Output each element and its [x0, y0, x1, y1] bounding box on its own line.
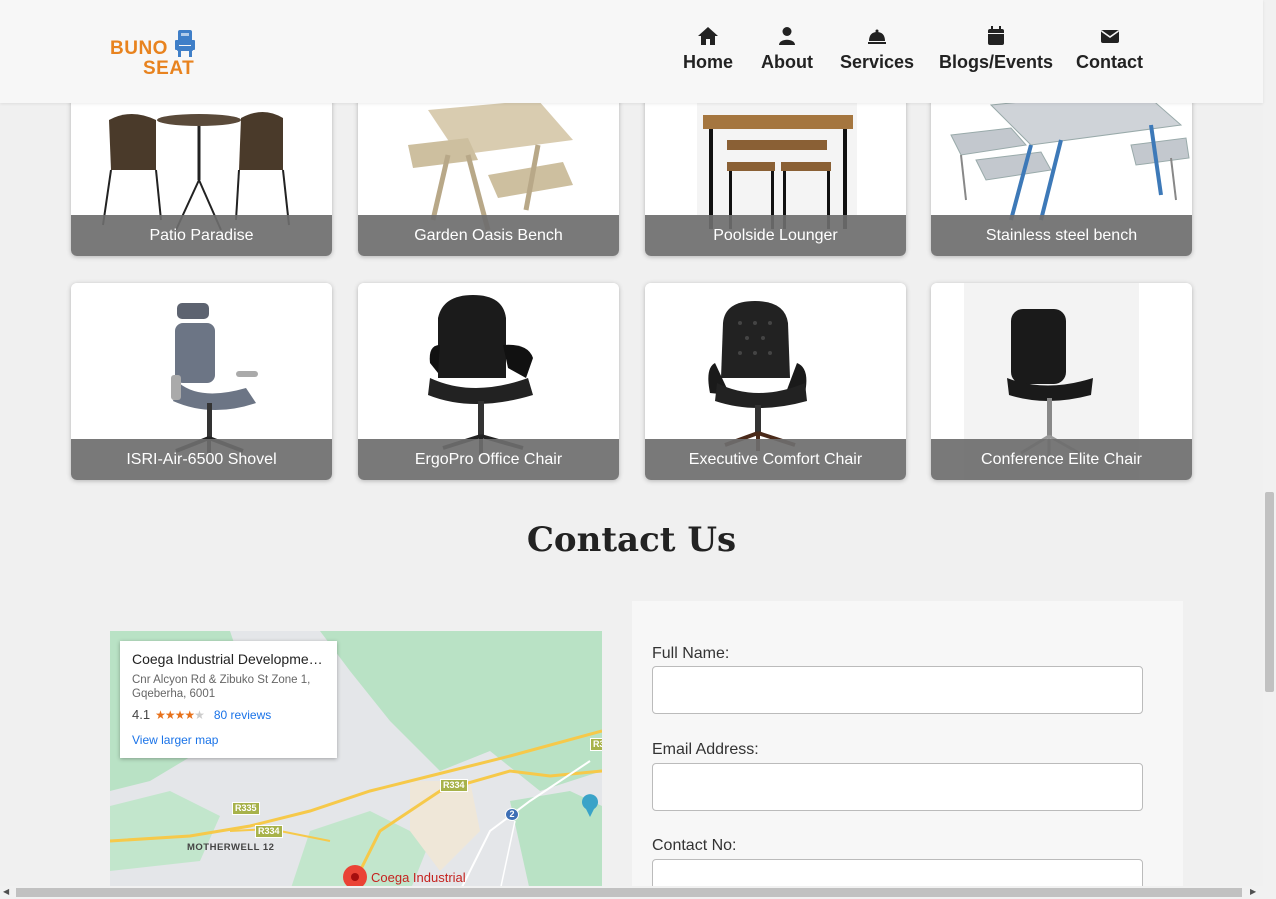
map-address: Cnr Alcyon Rd & Zibuko St Zone 1, Gqeber… [132, 673, 325, 701]
nav-about[interactable]: About [761, 26, 813, 73]
contact-no-label: Contact No: [652, 837, 737, 854]
vertical-scrollbar-thumb[interactable] [1265, 492, 1274, 692]
map-info-card: Coega Industrial Development... Cnr Alcy… [120, 641, 337, 758]
map-place-name: Coega Industrial Development... [132, 651, 325, 667]
map-rating-row: 4.1 ★★★★★ 80 reviews [132, 707, 325, 722]
horizontal-scrollbar-thumb[interactable] [16, 888, 1242, 897]
product-name: Patio Paradise [71, 215, 332, 256]
map-rating-value: 4.1 [132, 707, 151, 722]
nav-about-label: About [761, 52, 813, 72]
product-name: Poolside Lounger [645, 215, 906, 256]
nav-blogs-events-label: Blogs/Events [939, 52, 1054, 72]
product-card-ergopro-office-chair[interactable]: ErgoPro Office Chair [358, 283, 619, 480]
road-r334-label-a: R334 [255, 825, 283, 838]
map-address-line2: Gqeberha, 6001 [132, 688, 216, 700]
product-name: Garden Oasis Bench [358, 215, 619, 256]
road-r3-label: R3 [590, 738, 602, 751]
product-card-conference-elite-chair[interactable]: Conference Elite Chair [931, 283, 1192, 480]
nav-services[interactable]: Services [840, 26, 914, 73]
email-label: Email Address: [652, 741, 759, 758]
product-card-executive-comfort-chair[interactable]: Executive Comfort Chair [645, 283, 906, 480]
user-icon [778, 27, 795, 45]
home-icon [698, 27, 718, 45]
map-address-line1: Cnr Alcyon Rd & Zibuko St Zone 1, [132, 674, 311, 686]
motherwell-label: MOTHERWELL 12 [187, 842, 275, 853]
product-name: Executive Comfort Chair [645, 439, 906, 480]
view-larger-map-link[interactable]: View larger map [132, 733, 325, 747]
product-name: ErgoPro Office Chair [358, 439, 619, 480]
brand-line1: BUNO [110, 38, 168, 59]
product-card-isri-air-6500[interactable]: ISRI-Air-6500 Shovel [71, 283, 332, 480]
site-header: BUNO SEAT Home About Services Blogs/Even… [0, 0, 1263, 103]
nav-blogs-events[interactable]: Blogs/Events [939, 26, 1053, 73]
nav-services-label: Services [840, 52, 915, 72]
product-name: Stainless steel bench [931, 215, 1192, 256]
nav-home[interactable]: Home [683, 26, 733, 73]
brand-line2: SEAT [143, 58, 195, 79]
google-map-embed[interactable]: R335 R334 R334 R3 2 MOTHERWELL 12 Coega … [110, 631, 602, 891]
scroll-left-arrow-icon[interactable]: ◀ [3, 887, 9, 896]
map-pin-label: Coega Industrial [371, 870, 466, 885]
scroll-right-arrow-icon[interactable]: ▶ [1250, 887, 1256, 896]
star-rating-icon: ★★★★★ [155, 707, 205, 722]
contact-section-title: Contact Us [526, 520, 737, 560]
vertical-scrollbar[interactable] [1263, 0, 1276, 886]
full-name-input[interactable] [652, 666, 1143, 714]
nav-contact-label: Contact [1076, 52, 1143, 72]
road-r335-label: R335 [232, 802, 260, 815]
brand-logo[interactable]: BUNO SEAT [108, 28, 203, 79]
product-name: Conference Elite Chair [931, 439, 1192, 480]
product-name: ISRI-Air-6500 Shovel [71, 439, 332, 480]
horizontal-scrollbar[interactable]: ◀ ▶ [0, 886, 1276, 899]
full-name-label: Full Name: [652, 645, 730, 662]
route-2-label: 2 [505, 808, 519, 821]
envelope-icon [1100, 30, 1119, 43]
bell-icon [868, 29, 887, 44]
nav-home-label: Home [683, 52, 734, 72]
chair-logo-icon [175, 30, 195, 57]
road-r334-label-b: R334 [440, 779, 468, 792]
contact-form: Full Name: Email Address: Contact No: [632, 601, 1183, 899]
calendar-icon [988, 26, 1005, 45]
email-input[interactable] [652, 763, 1143, 811]
map-reviews-link[interactable]: 80 reviews [214, 708, 271, 722]
nav-contact[interactable]: Contact [1076, 26, 1143, 73]
